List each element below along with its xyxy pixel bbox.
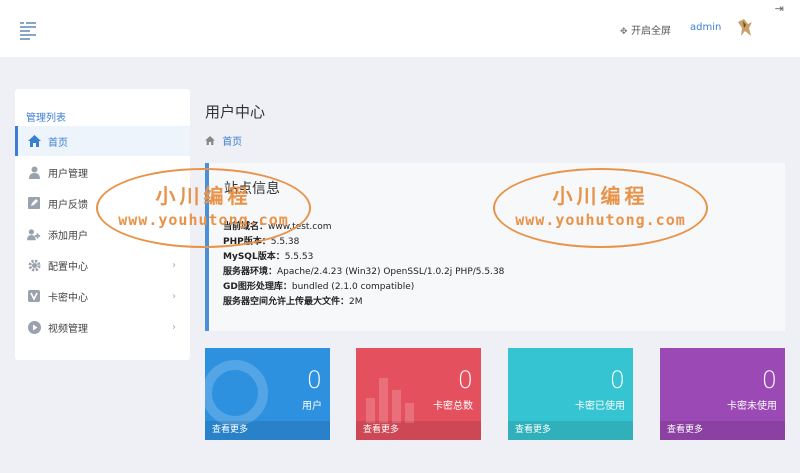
bar-chart-icon: [366, 378, 414, 423]
sidebar-item-label: 用户管理: [48, 168, 88, 180]
sidebar-item-card-keys[interactable]: 卡密中心 ›: [15, 281, 190, 311]
stat-card-total[interactable]: 0 卡密总数 查看更多: [356, 348, 481, 440]
sidebar-item-home[interactable]: 首页: [15, 126, 190, 156]
add-user-icon: [27, 227, 41, 241]
fullscreen-label: 开启全屏: [631, 26, 671, 37]
avatar[interactable]: [734, 16, 754, 38]
breadcrumb[interactable]: 首页: [205, 133, 242, 148]
home-icon: [205, 136, 218, 148]
info-line-domain: 当前域名：www.test.com: [223, 222, 332, 232]
view-more-link[interactable]: 查看更多: [660, 421, 785, 440]
top-bar: ⇥ ✥ 开启全屏 admin: [0, 0, 800, 57]
stat-card-unused[interactable]: 0 卡密未使用 查看更多: [660, 348, 785, 440]
sidebar-item-label: 用户反馈: [48, 199, 88, 211]
stat-label: 卡密未使用: [727, 401, 777, 412]
chevron-right-icon: ›: [172, 290, 176, 302]
stat-value: 0: [609, 366, 625, 394]
sidebar-item-users[interactable]: 用户管理: [15, 157, 190, 187]
v-icon: [27, 289, 41, 303]
user-icon: [27, 165, 41, 179]
view-more-link[interactable]: 查看更多: [508, 421, 633, 440]
sidebar-item-label: 视频管理: [48, 323, 88, 335]
sidebar-item-label: 首页: [48, 137, 68, 149]
sidebar-item-label: 卡密中心: [48, 292, 88, 304]
stat-card-used[interactable]: 0 卡密已使用 查看更多: [508, 348, 633, 440]
stat-card-users[interactable]: 0 用户 查看更多: [205, 348, 330, 440]
chevron-right-icon: ›: [172, 259, 176, 271]
edit-icon: [27, 196, 41, 210]
sidebar-item-label: 配置中心: [48, 261, 88, 273]
stat-value: 0: [761, 366, 777, 394]
menu-toggle-icon[interactable]: [20, 22, 36, 40]
sidebar-item-config[interactable]: 配置中心 ›: [15, 250, 190, 280]
sidebar-item-feedback[interactable]: 用户反馈: [15, 188, 190, 218]
stat-value: 0: [306, 366, 322, 394]
sidebar-title: 管理列表: [26, 113, 66, 124]
breadcrumb-home[interactable]: 首页: [222, 137, 242, 148]
expand-icon: ✥: [620, 27, 628, 37]
info-line-gd: GD图形处理库：bundled (2.1.0 compatible): [223, 282, 415, 292]
stat-label: 卡密总数: [433, 401, 473, 412]
sidebar: 管理列表 首页 用户管理 用户反馈 添加用户 配置中心 › 卡密中心 › 视频管…: [15, 89, 190, 360]
view-more-link[interactable]: 查看更多: [356, 421, 481, 440]
info-line-upload: 服务器空间允许上传最大文件：2M: [223, 297, 363, 307]
view-more-link[interactable]: 查看更多: [205, 421, 330, 440]
home-icon: [27, 134, 41, 148]
fullscreen-button[interactable]: ✥ 开启全屏: [620, 22, 671, 37]
sidebar-item-video[interactable]: 视频管理 ›: [15, 312, 190, 342]
page-title: 用户中心: [205, 103, 266, 121]
sidebar-item-add-user[interactable]: 添加用户: [15, 219, 190, 249]
info-line-php: PHP版本：5.5.38: [223, 237, 300, 247]
user-name-link[interactable]: admin: [690, 22, 721, 33]
chart-decor-icon: [205, 360, 268, 426]
stat-value: 0: [457, 366, 473, 394]
play-icon: [27, 320, 41, 334]
chevron-right-icon: ›: [172, 321, 176, 333]
stat-label: 用户: [302, 401, 322, 412]
logout-icon[interactable]: ⇥: [775, 2, 784, 15]
site-info-title: 站点信息: [224, 181, 280, 197]
site-info-panel: 站点信息 当前域名：www.test.com PHP版本：5.5.38 MySQ…: [205, 163, 785, 331]
sidebar-item-label: 添加用户: [48, 230, 88, 242]
stat-label: 卡密已使用: [575, 401, 625, 412]
gear-icon: [27, 258, 41, 272]
info-line-mysql: MySQL版本：5.5.53: [223, 252, 314, 262]
info-line-server: 服务器环境：Apache/2.4.23 (Win32) OpenSSL/1.0.…: [223, 267, 505, 277]
site-info-list: 当前域名：www.test.com PHP版本：5.5.38 MySQL版本：5…: [223, 220, 504, 310]
